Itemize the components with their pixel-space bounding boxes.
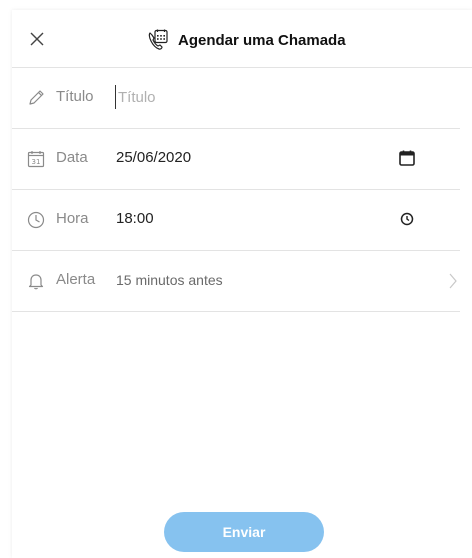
dialog-title-group: Agendar uma Chamada <box>146 27 346 53</box>
pencil-icon <box>29 90 44 105</box>
calendar-picker-icon[interactable] <box>398 149 416 167</box>
title-input[interactable] <box>115 85 438 109</box>
time-label: Hora <box>56 210 89 227</box>
title-row: Título <box>12 68 460 129</box>
date-value[interactable]: 25/06/2020 <box>116 149 191 166</box>
date-row[interactable]: 31 Data 25/06/2020 <box>12 129 460 190</box>
calendar-call-icon <box>148 29 168 50</box>
time-row[interactable]: Hora 18:00 <box>12 190 460 251</box>
time-value[interactable]: 18:00 <box>116 210 154 227</box>
date-label: Data <box>56 149 88 166</box>
clock-picker-icon[interactable] <box>398 210 416 228</box>
alert-value[interactable]: 15 minutos antes <box>116 272 223 288</box>
svg-text:31: 31 <box>32 158 41 166</box>
close-icon <box>30 32 44 46</box>
send-button[interactable]: Enviar <box>164 512 324 552</box>
schedule-call-dialog: Agendar uma Chamada Título 31 Data 25/06… <box>12 10 472 558</box>
dialog-header: Agendar uma Chamada <box>12 10 472 68</box>
clock-icon <box>27 211 45 229</box>
close-button[interactable] <box>26 28 48 50</box>
alert-row[interactable]: Alerta 15 minutos antes <box>12 251 460 312</box>
chevron-right-icon[interactable] <box>444 272 462 290</box>
title-label: Título <box>56 88 94 105</box>
calendar-31-icon: 31 <box>27 151 45 168</box>
bell-icon <box>28 274 44 290</box>
dialog-title: Agendar uma Chamada <box>178 31 346 49</box>
alert-label: Alerta <box>56 271 96 288</box>
